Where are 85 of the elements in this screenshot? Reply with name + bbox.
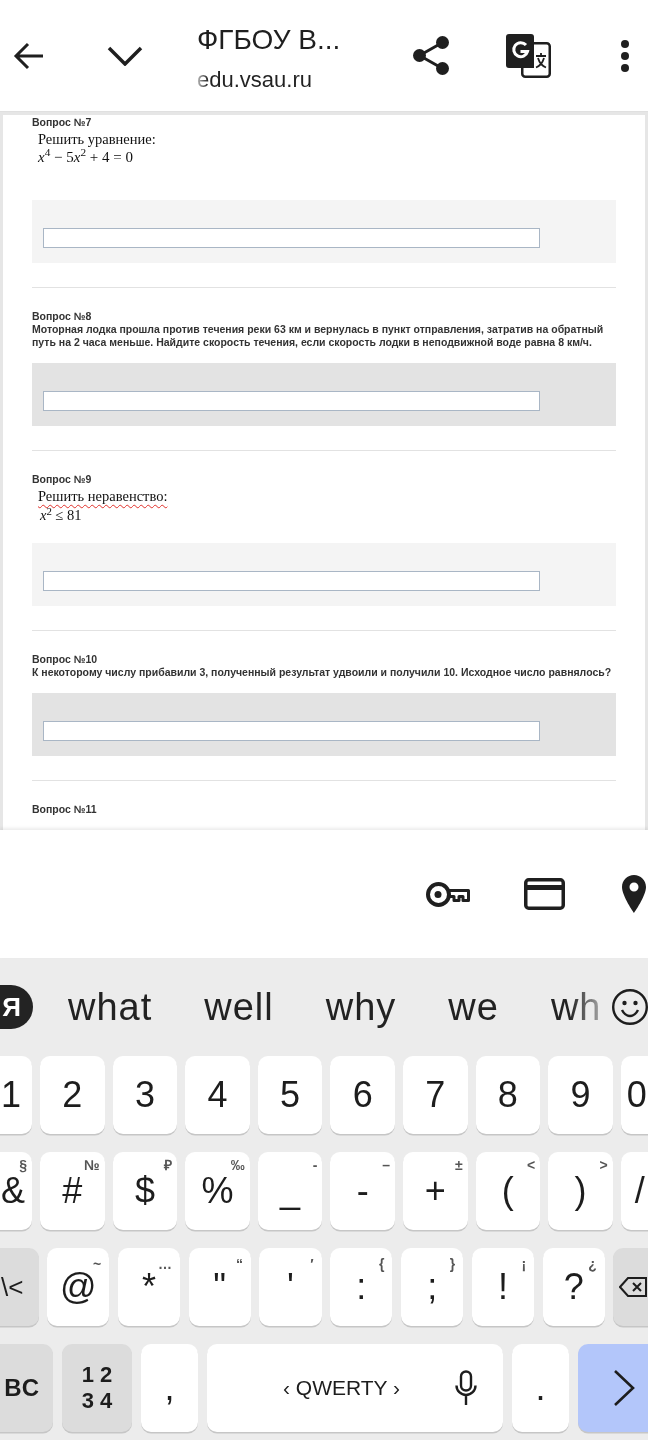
mode-key[interactable]: 1 2 3 4 bbox=[62, 1344, 132, 1432]
keyboard-logo-button[interactable]: Я bbox=[0, 985, 33, 1029]
key-hint: ₽ bbox=[164, 1158, 173, 1172]
share-icon[interactable] bbox=[413, 36, 449, 75]
question-heading: Вопрос №11 bbox=[32, 802, 97, 816]
key-hint: ~ bbox=[93, 1257, 102, 1271]
question-text: К некоторому числу прибавили 3, полученный результат удвоили и получили 10. Исходное число равнялось? bbox=[32, 666, 613, 679]
question-heading: Вопрос №8 bbox=[32, 309, 92, 323]
key-hint: - bbox=[312, 1158, 318, 1172]
key[interactable]: , bbox=[141, 1344, 198, 1432]
credit-card-icon[interactable] bbox=[524, 878, 565, 910]
question-prompt: Решить уравнение: bbox=[38, 130, 156, 148]
key-hint: … bbox=[158, 1257, 173, 1271]
key[interactable]: 3 bbox=[112, 1056, 178, 1134]
key-hint: “ bbox=[235, 1257, 243, 1271]
microphone-icon bbox=[454, 1370, 479, 1406]
key[interactable]: ; } bbox=[401, 1248, 464, 1326]
answer-field[interactable] bbox=[43, 391, 540, 411]
question-heading: Вопрос №9 bbox=[32, 472, 92, 486]
answer-field[interactable] bbox=[43, 571, 540, 591]
key-hint: ′ bbox=[310, 1257, 314, 1271]
key-hint: ¡ bbox=[521, 1257, 527, 1271]
key[interactable]: 0 bbox=[620, 1056, 648, 1134]
key-hint: ‰ bbox=[230, 1158, 245, 1172]
key[interactable]: 5 bbox=[257, 1056, 323, 1134]
key[interactable]: : { bbox=[330, 1248, 393, 1326]
question-prompt: Решить неравенство: bbox=[38, 487, 168, 505]
mode-key[interactable]: BC bbox=[0, 1344, 53, 1432]
question-heading: Вопрос №7 bbox=[32, 115, 92, 129]
suggestion[interactable]: well bbox=[204, 985, 274, 1029]
key-hint: > bbox=[599, 1158, 608, 1172]
suggestion[interactable]: what bbox=[68, 985, 153, 1029]
emoji-icon[interactable] bbox=[612, 989, 648, 1025]
enter-key[interactable] bbox=[578, 1344, 648, 1432]
key[interactable]: % ‰ bbox=[185, 1152, 250, 1230]
key[interactable]: _ - bbox=[257, 1152, 323, 1230]
key[interactable]: * … bbox=[117, 1248, 181, 1326]
suggestion[interactable]: we bbox=[448, 985, 499, 1029]
key[interactable]: . bbox=[512, 1344, 569, 1432]
key[interactable]: # № bbox=[40, 1152, 105, 1230]
key[interactable]: ) > bbox=[548, 1152, 613, 1230]
key-hint: { bbox=[379, 1257, 385, 1271]
chevron-down-icon[interactable] bbox=[107, 45, 143, 66]
key-hint: ¿ bbox=[588, 1257, 597, 1271]
backspace-key[interactable] bbox=[613, 1248, 648, 1326]
key[interactable]: / bbox=[620, 1152, 648, 1230]
answer-field[interactable] bbox=[43, 228, 540, 248]
answer-field[interactable] bbox=[43, 721, 540, 741]
math-formula: x$^{4}$ − 5x$^{2}$ + 4 = 0 bbox=[38, 148, 133, 166]
key[interactable]: ! ¡ bbox=[471, 1248, 535, 1326]
key[interactable]: 2 bbox=[40, 1056, 105, 1134]
chevron-right-icon bbox=[612, 1369, 636, 1407]
key-hint: } bbox=[449, 1257, 456, 1271]
key-hint: < bbox=[526, 1158, 536, 1172]
key[interactable]: ' ′ bbox=[259, 1248, 322, 1326]
key[interactable]: 8 bbox=[475, 1056, 541, 1134]
key[interactable]: $ ₽ bbox=[112, 1152, 178, 1230]
key[interactable]: ? ¿ bbox=[542, 1248, 605, 1326]
key-hint: – bbox=[382, 1158, 390, 1172]
page-title: ФГБОУ В... bbox=[197, 23, 341, 57]
key[interactable]: 1 bbox=[0, 1056, 32, 1134]
suggestion[interactable]: why bbox=[325, 985, 397, 1029]
location-pin-icon[interactable] bbox=[622, 875, 646, 913]
backspace-icon bbox=[619, 1277, 648, 1297]
translate-icon[interactable] bbox=[506, 33, 551, 78]
key[interactable]: @ ~ bbox=[47, 1248, 110, 1326]
key[interactable]: ( < bbox=[475, 1152, 541, 1230]
key-hint: ± bbox=[454, 1158, 463, 1172]
key-hint: № bbox=[84, 1158, 100, 1172]
key-hint: § bbox=[19, 1158, 27, 1172]
key[interactable]: " “ bbox=[188, 1248, 251, 1326]
more-options-icon[interactable] bbox=[621, 39, 629, 72]
space-key[interactable]: ‹ QWERTY › bbox=[207, 1344, 503, 1432]
key[interactable]: 4 bbox=[185, 1056, 250, 1134]
key[interactable]: 7 bbox=[402, 1056, 468, 1134]
key[interactable]: 9 bbox=[548, 1056, 613, 1134]
key[interactable]: - – bbox=[330, 1152, 395, 1230]
key[interactable]: 6 bbox=[330, 1056, 395, 1134]
key-icon[interactable] bbox=[426, 881, 470, 907]
math-formula: x$^{2}$ ≤ 81 bbox=[40, 505, 82, 525]
question-heading: Вопрос №10 bbox=[32, 652, 98, 666]
key[interactable]: & § bbox=[0, 1152, 32, 1230]
question-text: Моторная лодка прошла против течения реки 63 км и вернулась в пункт отправления, затратив на обратный путь на 2 часа меньше. Найдите скорость течения, если скорость лодки в неподвижной воде равна 8 км/ч. bbox=[32, 323, 605, 349]
key[interactable]: + ± bbox=[402, 1152, 468, 1230]
mode-key[interactable]: \< bbox=[0, 1248, 39, 1326]
